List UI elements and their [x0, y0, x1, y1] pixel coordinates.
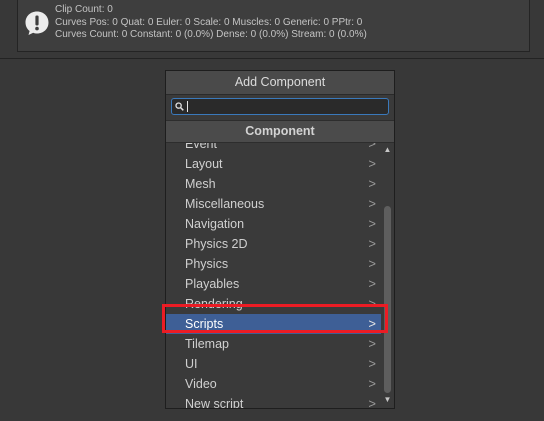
- info-box: Clip Count: 0 Curves Pos: 0 Quat: 0 Eule…: [17, 0, 530, 52]
- chevron-right-icon: >: [368, 143, 376, 151]
- search-field[interactable]: [171, 98, 389, 115]
- search-input[interactable]: [186, 100, 384, 113]
- chevron-right-icon: >: [368, 376, 376, 391]
- chevron-right-icon: >: [368, 296, 376, 311]
- chevron-right-icon: >: [368, 396, 376, 408]
- vertical-scrollbar[interactable]: ▲ ▼: [381, 143, 394, 408]
- list-item-label: Video: [185, 377, 217, 391]
- list-item-label: Layout: [185, 157, 223, 171]
- list-item-label: Playables: [185, 277, 240, 291]
- list-item-playables[interactable]: Playables >: [166, 274, 381, 294]
- separator: [0, 58, 544, 59]
- list-item-new-script[interactable]: New script >: [166, 394, 381, 408]
- chevron-right-icon: >: [368, 156, 376, 171]
- chevron-right-icon: >: [368, 256, 376, 271]
- scroll-down-arrow-icon[interactable]: ▼: [381, 394, 394, 406]
- chevron-right-icon: >: [368, 236, 376, 251]
- search-icon: [175, 102, 184, 111]
- list-item-layout[interactable]: Layout >: [166, 154, 381, 174]
- scroll-up-arrow-icon[interactable]: ▲: [381, 144, 394, 156]
- chevron-right-icon: >: [368, 196, 376, 211]
- list-item-label: Navigation: [185, 217, 245, 231]
- component-list: Event > Layout > Mesh > Miscellaneous > …: [166, 143, 381, 408]
- exclamation-icon: [25, 11, 49, 35]
- list-item-event[interactable]: Event >: [166, 143, 381, 154]
- list-item-label: Rendering: [185, 297, 243, 311]
- list-item-navigation[interactable]: Navigation >: [166, 214, 381, 234]
- list-item-physics[interactable]: Physics >: [166, 254, 381, 274]
- list-item-mesh[interactable]: Mesh >: [166, 174, 381, 194]
- list-item-ui[interactable]: UI >: [166, 354, 381, 374]
- list-item-label: Mesh: [185, 177, 216, 191]
- section-header: Component: [166, 120, 394, 143]
- clip-count-text: Clip Count: 0: [55, 4, 113, 15]
- list-item-label: Physics 2D: [185, 237, 248, 251]
- chevron-right-icon: >: [368, 336, 376, 351]
- curves-count-text: Curves Count: 0 Constant: 0 (0.0%) Dense…: [55, 29, 367, 40]
- list-item-label: UI: [185, 357, 198, 371]
- text-caret: [187, 101, 188, 112]
- list-item-label: Physics: [185, 257, 229, 271]
- list-item-label: New script: [185, 397, 244, 408]
- popup-title: Add Component: [166, 71, 394, 95]
- add-component-popup: Add Component Component Event > Layout >…: [165, 70, 395, 409]
- list-item-label: Tilemap: [185, 337, 229, 351]
- list-item-label: Event: [185, 143, 217, 151]
- list-item-label: Miscellaneous: [185, 197, 265, 211]
- list-item-label: Scripts: [185, 317, 224, 331]
- chevron-right-icon: >: [368, 216, 376, 231]
- list-item-scripts[interactable]: Scripts >: [166, 314, 381, 334]
- list-item-tilemap[interactable]: Tilemap >: [166, 334, 381, 354]
- chevron-right-icon: >: [368, 276, 376, 291]
- chevron-right-icon: >: [368, 316, 376, 331]
- curves-pos-text: Curves Pos: 0 Quat: 0 Euler: 0 Scale: 0 …: [55, 16, 363, 28]
- list-item-rendering[interactable]: Rendering >: [166, 294, 381, 314]
- list-item-physics-2d[interactable]: Physics 2D >: [166, 234, 381, 254]
- chevron-right-icon: >: [368, 356, 376, 371]
- chevron-right-icon: >: [368, 176, 376, 191]
- info-text: Clip Count: 0 Curves Pos: 0 Quat: 0 Eule…: [55, 4, 367, 42]
- list-item-video[interactable]: Video >: [166, 374, 381, 394]
- scrollbar-thumb[interactable]: [384, 206, 391, 393]
- list-item-miscellaneous[interactable]: Miscellaneous >: [166, 194, 381, 214]
